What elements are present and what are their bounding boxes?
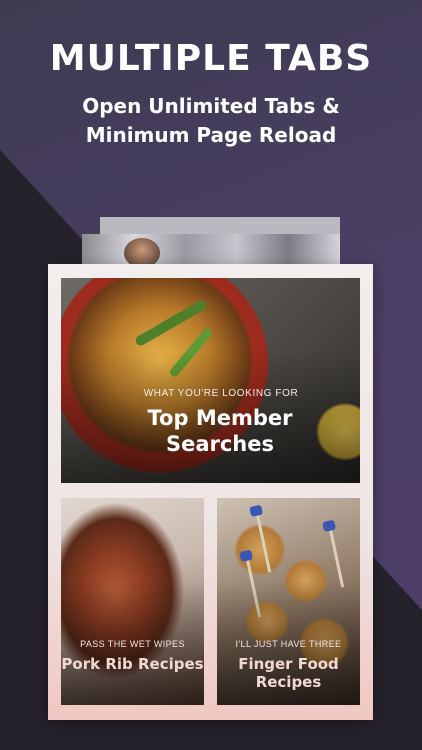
hero-kicker: WHAT YOU'RE LOOKING FOR: [143, 388, 299, 399]
page-title: MULTIPLE TABS: [49, 38, 373, 79]
hero-banner[interactable]: WHAT YOU'RE LOOKING FOR Top Member Searc…: [61, 278, 360, 483]
page-subtitle: Open Unlimited Tabs & Minimum Page Reloa…: [82, 94, 340, 147]
recipe-tile-finger-food[interactable]: I'LL JUST HAVE THREE Finger Food Recipes: [217, 498, 360, 705]
tile-kicker: I'LL JUST HAVE THREE: [235, 639, 342, 649]
tile-overlay: [61, 498, 204, 705]
tile-title: Pork Rib Recipes: [61, 655, 204, 673]
recipe-tile-pork-rib[interactable]: PASS THE WET WIPES Pork Rib Recipes: [61, 498, 204, 705]
hero-title: Top Member Searches: [147, 406, 293, 456]
active-tab-card[interactable]: WHAT YOU'RE LOOKING FOR Top Member Searc…: [48, 264, 373, 720]
tile-title: Finger Food Recipes: [238, 655, 339, 691]
tile-kicker: PASS THE WET WIPES: [80, 639, 185, 649]
